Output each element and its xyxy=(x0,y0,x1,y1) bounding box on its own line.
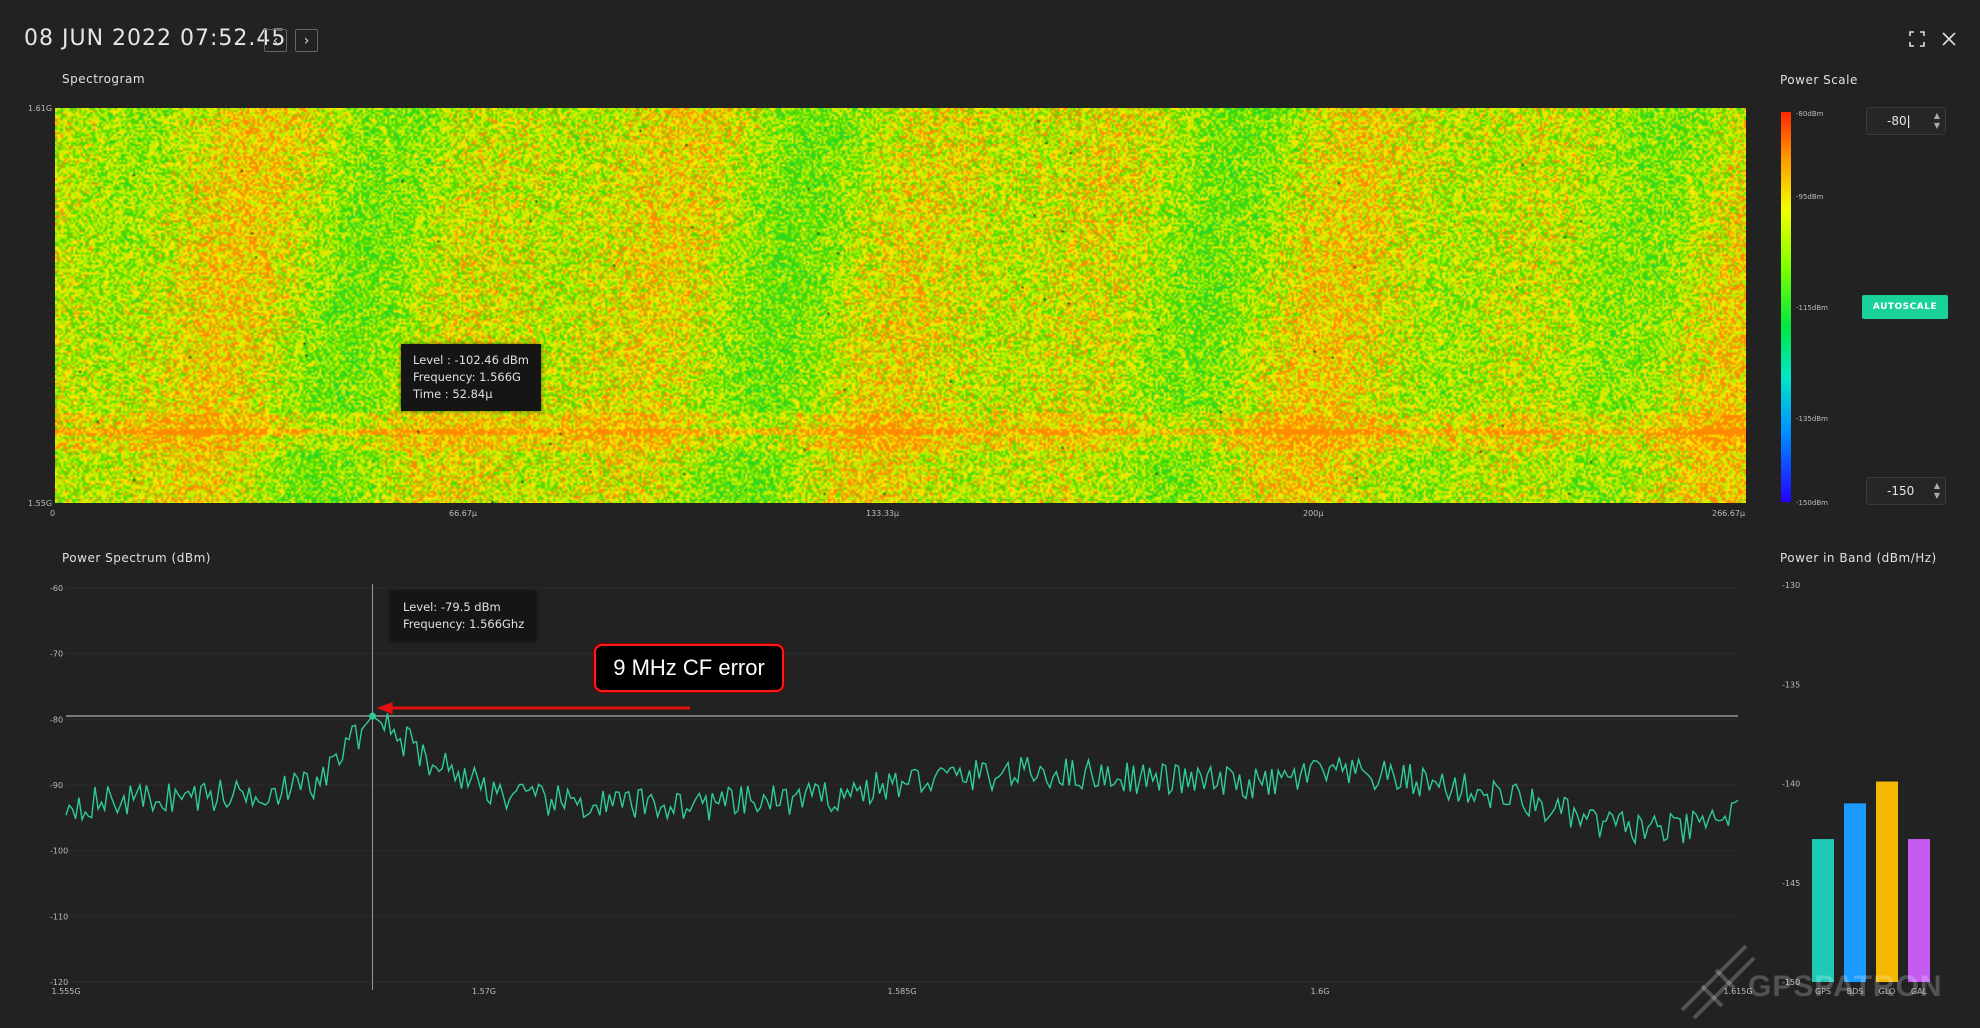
spinner-arrows-icon[interactable]: ▲ ▼ xyxy=(1934,111,1940,131)
power-scale-label-4: -150dBm xyxy=(1796,499,1828,507)
bar-bds xyxy=(1844,803,1866,982)
cf-error-annotation: 9 MHz CF error xyxy=(594,644,784,692)
spectrogram-title: Spectrogram xyxy=(62,72,146,86)
spectrogram-y-label-top: 1.61G xyxy=(28,104,53,113)
power-scale-colorbar xyxy=(1781,112,1791,502)
power-spectrum-series-line xyxy=(65,713,1739,846)
y-tick-label: -135 xyxy=(1782,680,1800,689)
bar-gps xyxy=(1812,839,1834,982)
y-tick-label: -100 xyxy=(50,847,68,856)
power-scale-min-value: -150 xyxy=(1887,484,1915,498)
power-scale-title: Power Scale xyxy=(1780,73,1858,87)
cursor-point xyxy=(369,712,377,720)
x-tick-label: 1.57G xyxy=(472,987,496,996)
x-tick-label: 1.6G xyxy=(1311,987,1330,996)
tooltip-level: Level: -79.5 dBm xyxy=(403,600,501,614)
chevron-right-icon: › xyxy=(303,32,310,49)
y-tick-label: -120 xyxy=(50,978,68,987)
power-scale-max-input[interactable]: -80 | ▲ ▼ xyxy=(1866,107,1946,135)
previous-button[interactable]: ‹ xyxy=(264,29,287,52)
x-tick-label: 1.585G xyxy=(887,987,916,996)
tooltip-frequency: Frequency: 1.566Ghz xyxy=(403,617,525,631)
next-button[interactable]: › xyxy=(295,29,318,52)
y-tick-label: -60 xyxy=(50,584,63,593)
power-in-band-chart: -130-135-140-145-150GPS BDS GLO GAL xyxy=(1782,581,1930,996)
watermark-text: GPSPATRON xyxy=(1748,970,1943,1003)
y-tick-label: -90 xyxy=(50,781,63,790)
power-scale-label-1: -95dBm xyxy=(1796,193,1824,201)
spectrogram-x-label-3: 200µ xyxy=(1303,509,1324,518)
tooltip-level: Level : -102.46 dBm xyxy=(413,353,529,367)
bar-gal xyxy=(1908,839,1930,982)
timestamp-title: 08 JUN 2022 07:52.45 xyxy=(24,26,287,51)
power-scale-label-3: -135dBm xyxy=(1796,415,1828,423)
tooltip-time: Time : 52.84µ xyxy=(413,387,493,401)
spectrogram-heatmap[interactable] xyxy=(55,108,1746,503)
fullscreen-icon[interactable] xyxy=(1904,26,1930,52)
y-tick-label: -70 xyxy=(50,650,63,659)
y-tick-label: -140 xyxy=(1782,780,1800,789)
satellite-logo-icon xyxy=(1680,944,1756,1020)
y-tick-label: -80 xyxy=(50,715,63,724)
power-scale-min-input[interactable]: -150 ▲ ▼ xyxy=(1866,477,1946,505)
y-tick-label: -110 xyxy=(50,912,68,921)
spinner-arrows-icon[interactable]: ▲ ▼ xyxy=(1934,481,1940,501)
spectrogram-x-label-1: 66.67µ xyxy=(449,509,477,518)
annotation-arrowhead-icon xyxy=(376,702,393,715)
spectrogram-x-label-4: 266.67µ xyxy=(1712,509,1746,518)
autoscale-button[interactable]: AUTOSCALE xyxy=(1862,295,1948,319)
power-scale-label-2: -115dBm xyxy=(1796,304,1828,312)
power-spectrum-title: Power Spectrum (dBm) xyxy=(62,551,211,565)
x-tick-label: 1.555G xyxy=(51,987,80,996)
spectrogram-x-label-0: 0 xyxy=(50,509,56,518)
power-spectrum-tooltip: Level: -79.5 dBm Frequency: 1.566Ghz xyxy=(391,591,537,641)
spectrogram-tooltip: Level : -102.46 dBm Frequency: 1.566G Ti… xyxy=(401,344,541,411)
spectrogram-x-label-2: 133.33µ xyxy=(866,509,900,518)
power-scale-max-value: -80 xyxy=(1887,114,1907,128)
bar-glo xyxy=(1876,781,1898,982)
y-tick-label: -130 xyxy=(1782,581,1800,590)
chevron-left-icon: ‹ xyxy=(272,32,279,49)
y-tick-label: -145 xyxy=(1782,879,1800,888)
close-icon[interactable] xyxy=(1936,26,1962,52)
power-scale-label-0: -80dBm xyxy=(1796,110,1824,118)
spectrogram-y-label-bottom: 1.55G xyxy=(28,499,53,508)
power-in-band-title: Power in Band (dBm/Hz) xyxy=(1780,551,1937,565)
power-spectrum-chart[interactable]: -60 -70 -80 -90 -100 -110 -1201.555G 1.57G 1.585… xyxy=(0,570,1760,1010)
tooltip-frequency: Frequency: 1.566G xyxy=(413,370,521,384)
